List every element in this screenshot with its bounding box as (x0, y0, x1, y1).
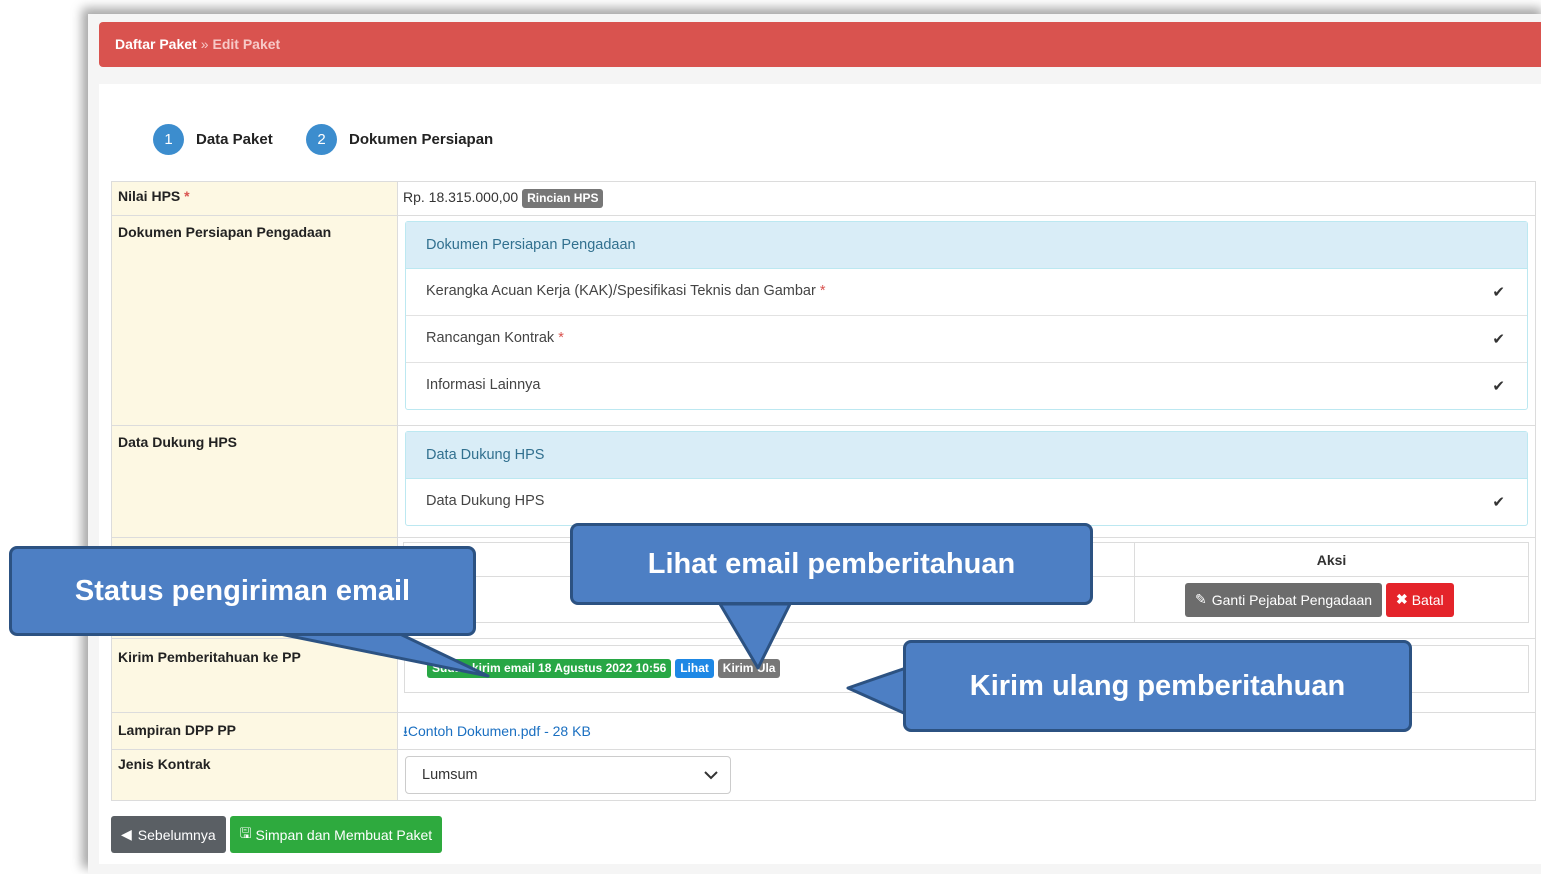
callout-tail-lihat (718, 602, 792, 670)
callout-lihat-email: Lihat email pemberitahuan (570, 523, 1093, 605)
callout-tail-status (278, 632, 490, 678)
callout-status-email: Status pengiriman email (9, 546, 476, 636)
callout-tail-kirim-ulang (846, 666, 908, 716)
callout-kirim-ulang: Kirim ulang pemberitahuan (903, 640, 1412, 732)
